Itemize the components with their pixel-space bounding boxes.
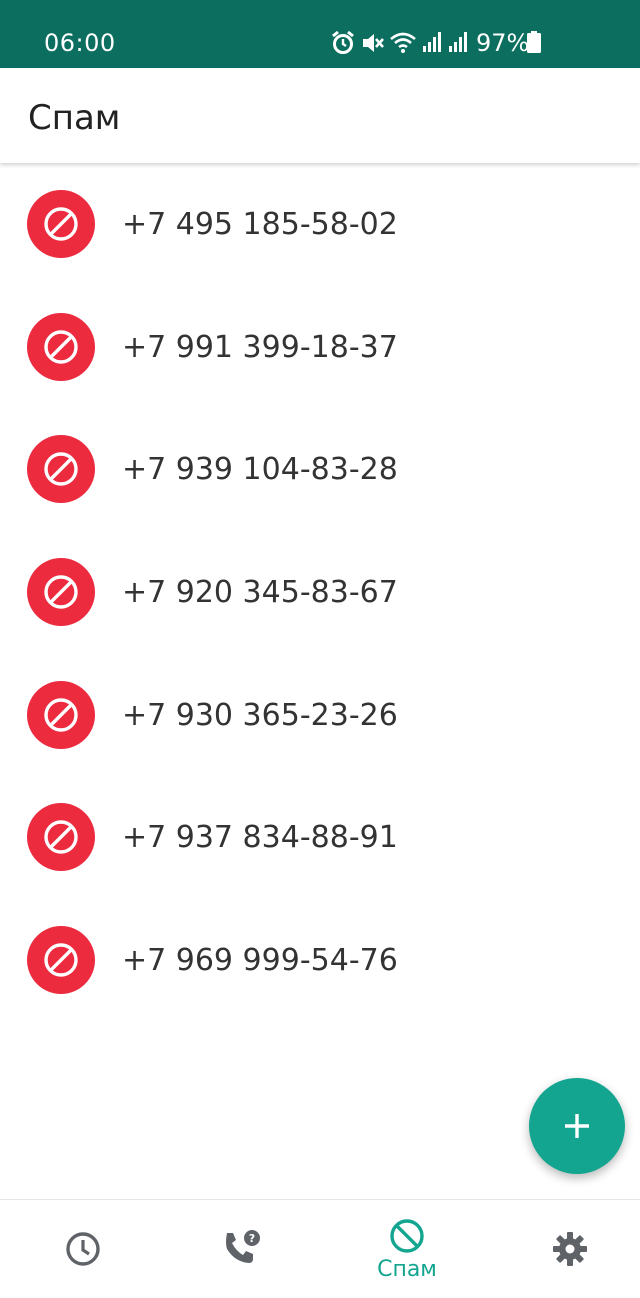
list-item[interactable]: +7 930 365-23-26 [0,654,640,777]
app-bar: Спам [0,68,640,163]
phone-number: +7 930 365-23-26 [122,698,398,733]
block-icon [27,681,95,749]
clock-icon [66,1232,100,1266]
phone-number: +7 937 834-88-91 [122,820,398,855]
block-icon [27,558,95,626]
list-item[interactable]: +7 969 999-54-76 [0,899,640,1022]
block-icon [27,190,95,258]
phone-number: +7 969 999-54-76 [122,943,398,978]
gear-icon [553,1232,587,1266]
alarm-icon [332,30,354,54]
nav-item-unknown-calls[interactable]: ? [163,1200,323,1298]
list-item[interactable]: +7 920 345-83-67 [0,531,640,654]
signal-icon [423,32,441,52]
battery-percent: 97% [476,29,530,57]
battery-icon [527,31,541,53]
nav-item-history[interactable] [3,1200,163,1298]
page-title: Спам [28,98,121,138]
phone-number: +7 991 399-18-37 [122,330,398,365]
block-icon [27,926,95,994]
svg-text:?: ? [249,1232,255,1245]
list-item[interactable]: +7 939 104-83-28 [0,408,640,531]
phone-question-icon: ? [226,1230,260,1263]
mute-icon [363,34,384,52]
block-icon [390,1218,424,1253]
block-icon [27,435,95,503]
nav-item-spam[interactable]: Спам [327,1200,487,1298]
list-item[interactable]: +7 937 834-88-91 [0,776,640,899]
nav-item-spam-label: Спам [377,1256,437,1282]
add-spam-number-button[interactable] [529,1078,625,1174]
status-bar: 06:00 97% [0,0,640,68]
phone-number: +7 920 345-83-67 [122,575,398,610]
wifi-icon [390,32,416,53]
list-item[interactable]: +7 495 185-58-02 [0,163,640,286]
status-time: 06:00 [44,29,116,57]
phone-number: +7 939 104-83-28 [122,452,398,487]
list-item[interactable]: +7 991 399-18-37 [0,286,640,409]
block-icon [27,313,95,381]
bottom-navigation: ? Спам [0,1199,640,1298]
nav-item-settings[interactable] [490,1200,640,1298]
phone-number: +7 495 185-58-02 [122,207,398,242]
block-icon [27,803,95,871]
signal-icon [449,32,467,52]
plus-icon [565,1114,589,1138]
